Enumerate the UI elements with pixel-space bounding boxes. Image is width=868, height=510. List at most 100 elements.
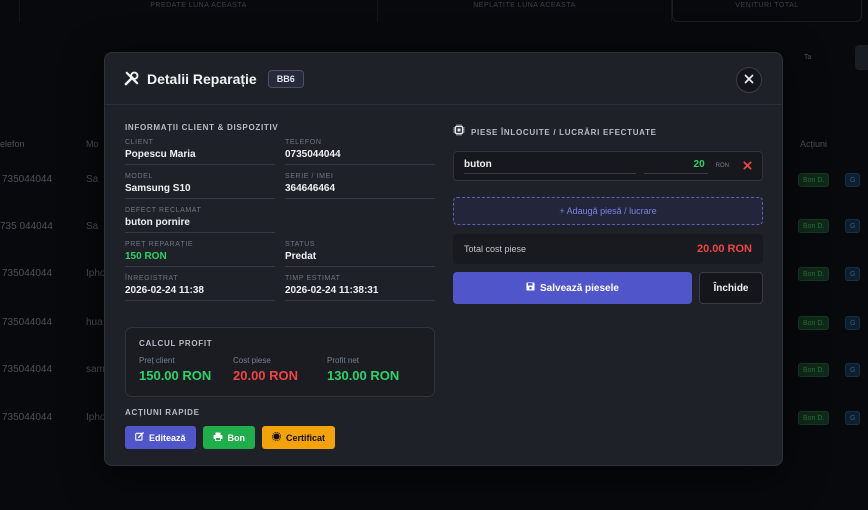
defect-field: DEFECT RECLAMAT buton pornire	[125, 207, 275, 233]
table-row-phone: 735044044	[2, 412, 53, 423]
total-label: Total cost piese	[464, 244, 527, 254]
table-row-phone: 735044044	[2, 268, 53, 279]
receipt-label: Bon	[227, 432, 246, 443]
profit-label: Profit net	[327, 356, 360, 365]
repair-code-badge: BB6	[267, 69, 304, 88]
certificate-label: Certificat	[286, 432, 326, 443]
close-modal-button[interactable]: Închide	[699, 272, 763, 304]
search-placeholder: Ta	[804, 54, 812, 61]
modal-title: Detalii Reparație	[147, 70, 257, 87]
client-price-value: 150.00 RON	[139, 368, 212, 383]
add-part-button[interactable]: + Adaugă piesă / lucrare	[453, 197, 763, 225]
stat-cell-revenue: VENITURI TOTAL	[672, 0, 862, 22]
table-row-model: Ipho	[86, 412, 106, 423]
row-other-button[interactable]: G	[845, 267, 861, 281]
table-row-model: Ipho	[86, 268, 106, 279]
column-header-phone: elefon	[0, 139, 25, 149]
parts-section: PIESE ÎNLOCUITE / LUCRĂRI EFECTUATE buto…	[453, 123, 763, 304]
row-receipt-button[interactable]: Bon D.	[798, 363, 830, 377]
model-value: Samsung S10	[125, 183, 191, 194]
delete-part-button[interactable]	[743, 159, 752, 173]
section-title: INFORMAȚII CLIENT & DISPOZITIV	[125, 123, 279, 132]
table-row-model: sam	[86, 364, 105, 375]
row-other-button[interactable]: G	[845, 219, 861, 233]
edit-button[interactable]: Editează	[125, 426, 196, 449]
close-button[interactable]	[736, 67, 762, 93]
field-label: ÎNREGISTRAT	[125, 275, 179, 282]
stat-cell-edge	[0, 0, 20, 22]
part-name-input[interactable]: buton	[464, 159, 636, 174]
row-receipt-button[interactable]: Bon D.	[798, 316, 830, 330]
model-field: MODEL Samsung S10	[125, 173, 275, 199]
row-other-button[interactable]: G	[845, 363, 861, 377]
quick-actions-title: ACȚIUNI RAPIDE	[125, 408, 200, 417]
quick-actions: Editează Bon Certificat	[125, 426, 336, 449]
total-cost-row: Total cost piese 20.00 RON	[453, 234, 763, 264]
field-label: STATUS	[285, 241, 316, 248]
certificate-button[interactable]: Certificat	[262, 426, 336, 449]
stat-label: NEPLATITE LUNA ACEASTA	[473, 2, 576, 9]
part-row: buton 20 RON	[453, 151, 763, 181]
column-header-actions: Acțiuni	[800, 139, 828, 149]
registered-field: ÎNREGISTRAT 2026-02-24 11:38	[125, 275, 275, 301]
stat-label: VENITURI TOTAL	[735, 2, 799, 9]
estimated-value: 2026-02-24 11:38:31	[285, 285, 379, 296]
table-row-phone: 735044044	[2, 317, 53, 328]
client-device-section: INFORMAȚII CLIENT & DISPOZITIV CLIENT Po…	[125, 123, 435, 309]
client-value: Popescu Maria	[125, 149, 196, 160]
field-label: MODEL	[125, 173, 153, 180]
close-icon	[743, 159, 752, 173]
edit-icon	[135, 432, 144, 443]
column-header-model: Mo	[86, 139, 99, 149]
phone-value: 0735044044	[285, 149, 341, 160]
printer-icon	[213, 432, 223, 443]
net-profit-value: 130.00 RON	[327, 368, 400, 383]
total-value: 20.00 RON	[696, 243, 752, 255]
stat-cell-unpaid: NEPLATITE LUNA ACEASTA	[378, 0, 672, 22]
close-icon	[744, 71, 754, 89]
save-label: Salvează piesele	[540, 282, 619, 294]
floppy-icon	[526, 282, 535, 294]
receipt-button[interactable]: Bon	[202, 426, 256, 449]
row-other-button[interactable]: G	[845, 411, 861, 425]
row-other-button[interactable]: G	[845, 173, 861, 187]
field-label: DEFECT RECLAMAT	[125, 207, 202, 214]
row-receipt-button[interactable]: Bon D.	[798, 219, 830, 233]
profit-title: CALCUL PROFIT	[139, 339, 213, 348]
certificate-icon	[271, 431, 282, 443]
table-row-model: hua	[86, 317, 103, 328]
parts-cost-value: 20.00 RON	[233, 368, 299, 383]
row-receipt-button[interactable]: Bon D.	[798, 173, 830, 187]
profit-calculation: CALCUL PROFIT Preț client 150.00 RON Cos…	[125, 327, 435, 397]
save-parts-button[interactable]: Salvează piesele	[453, 272, 692, 304]
status-value: Predat	[285, 251, 317, 262]
part-price-input[interactable]: 20	[643, 159, 708, 174]
table-row-phone: 735 044044	[0, 221, 53, 232]
table-row-phone: 735044044	[2, 364, 53, 375]
table-row-model: Sa	[86, 174, 99, 185]
client-field: CLIENT Popescu Maria	[125, 139, 275, 165]
price-value: 150 RON	[125, 251, 167, 262]
price-field: PREȚ REPARAȚIE 150 RON	[125, 241, 275, 267]
phone-field: TELEFON 0735044044	[285, 139, 435, 165]
profit-label: Cost piese	[233, 356, 271, 365]
field-label: TELEFON	[285, 139, 322, 146]
table-row-phone: 735044044	[2, 174, 53, 185]
row-other-button[interactable]: G	[845, 316, 861, 330]
repair-details-modal: Detalii Reparație BB6 INFORMAȚII CLIENT …	[104, 52, 783, 466]
serial-field: SERIE / IMEI 364646464	[285, 173, 435, 199]
stats-bar: PREDATE LUNA ACEASTA NEPLATITE LUNA ACEA…	[0, 0, 868, 22]
registered-value: 2026-02-24 11:38	[125, 285, 204, 296]
modal-header: Detalii Reparație BB6	[105, 53, 782, 105]
field-label: SERIE / IMEI	[285, 173, 334, 180]
search-box[interactable]	[855, 45, 868, 70]
field-label: PREȚ REPARAȚIE	[125, 241, 194, 248]
net-profit: Profit net 130.00 RON	[327, 356, 421, 383]
field-label: CLIENT	[125, 139, 154, 146]
row-receipt-button[interactable]: Bon D.	[798, 267, 830, 281]
status-field: STATUS Predat	[285, 241, 435, 267]
defect-value: buton pornire	[125, 217, 190, 228]
row-receipt-button[interactable]: Bon D.	[798, 411, 830, 425]
serial-value: 364646464	[285, 183, 336, 194]
stat-label: PREDATE LUNA ACEASTA	[150, 2, 247, 9]
